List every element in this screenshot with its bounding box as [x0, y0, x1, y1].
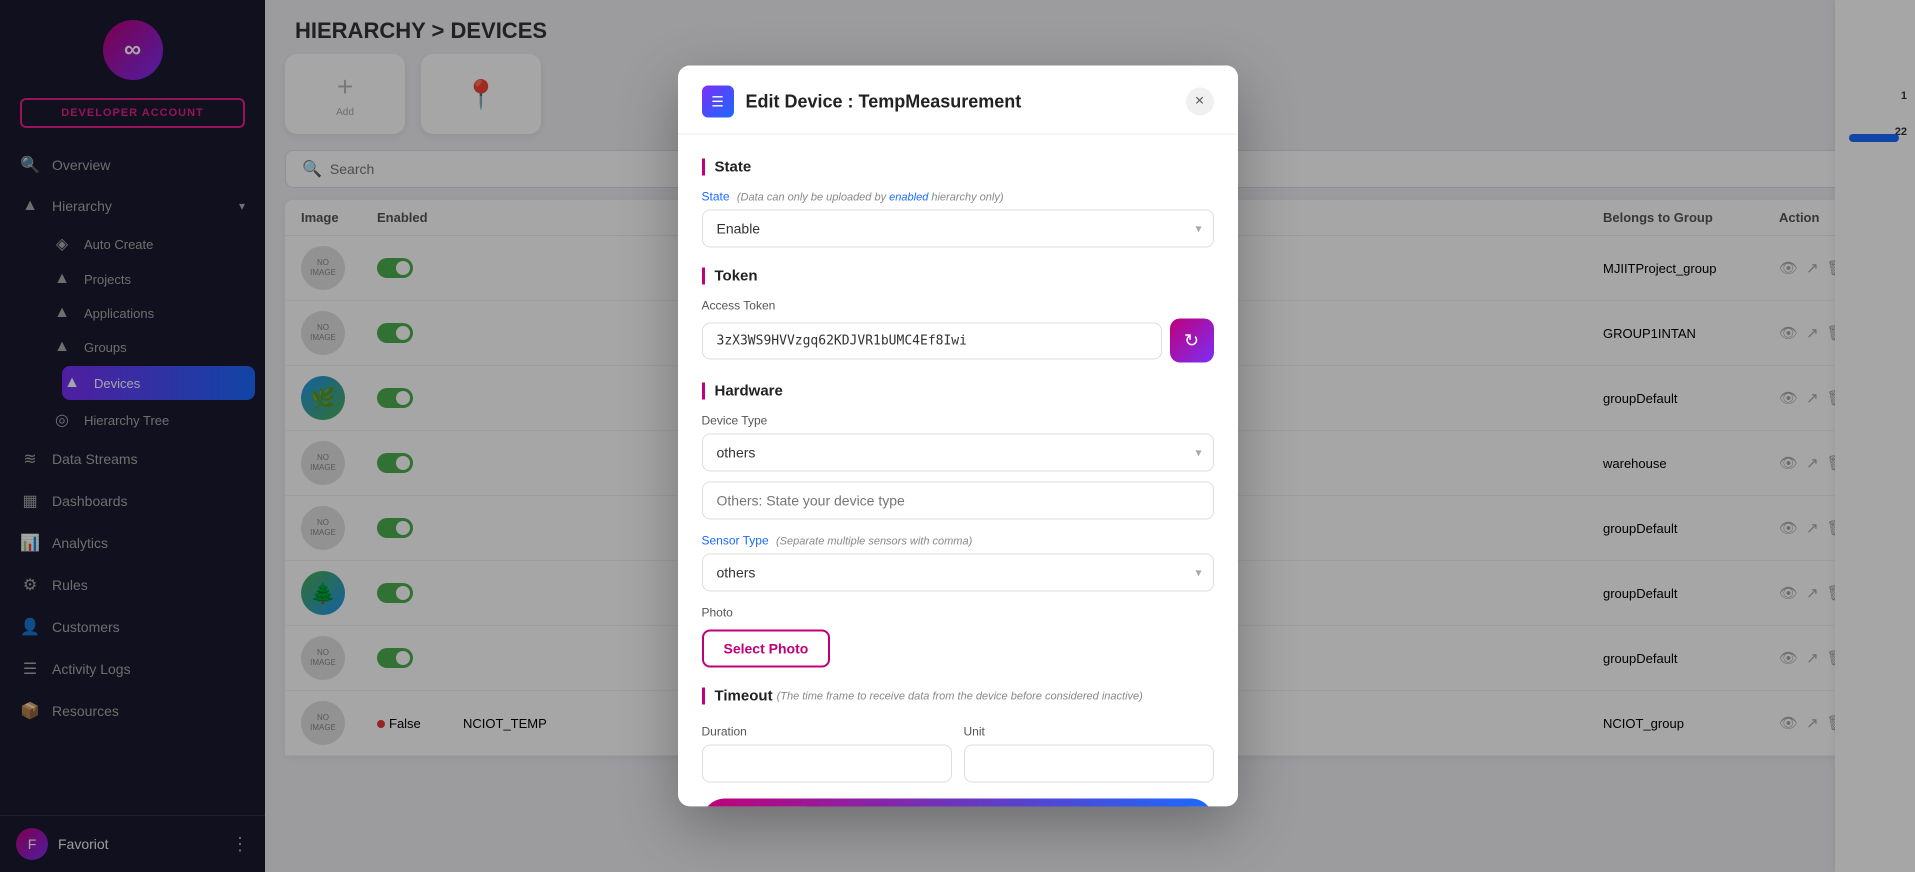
state-select[interactable]: Enable Disable	[702, 209, 1214, 247]
modal-close-button[interactable]: ×	[1186, 87, 1214, 115]
sensor-note: (Separate multiple sensors with comma)	[776, 535, 972, 547]
sensor-type-select-wrap: others Temperature Humidity Pressure ▾	[702, 553, 1214, 591]
timeout-section-title: Timeout (The time frame to receive data …	[702, 687, 1214, 704]
unit-label: Unit	[964, 724, 1214, 738]
refresh-icon: ↻	[1184, 330, 1199, 351]
photo-label: Photo	[702, 605, 1214, 619]
unit-input[interactable]	[964, 744, 1214, 782]
device-type-label: Device Type	[702, 413, 1214, 427]
refresh-token-button[interactable]: ↻	[1170, 318, 1214, 362]
device-type-other-input[interactable]	[702, 481, 1214, 519]
modal-header: ☰ Edit Device : TempMeasurement ×	[678, 65, 1238, 134]
duration-input[interactable]	[702, 744, 952, 782]
state-section-title: State	[702, 158, 1214, 175]
modal-body: State State (Data can only be uploaded b…	[678, 134, 1238, 806]
state-note: (Data can only be uploaded by enabled hi…	[737, 191, 1004, 203]
modal-title: Edit Device : TempMeasurement	[746, 91, 1174, 112]
access-token-label: Access Token	[702, 298, 1214, 312]
confirm-button[interactable]: Confirm	[702, 798, 1214, 806]
duration-row: Duration Unit	[702, 710, 1214, 782]
modal-title-icon: ☰	[702, 85, 734, 117]
device-type-select-wrap: others Arduino Raspberry Pi ESP8266 ESP3…	[702, 433, 1214, 471]
duration-label: Duration	[702, 724, 952, 738]
enabled-link[interactable]: enabled	[889, 191, 928, 203]
device-type-select[interactable]: others Arduino Raspberry Pi ESP8266 ESP3…	[702, 433, 1214, 471]
select-photo-button[interactable]: Select Photo	[702, 629, 831, 667]
state-field-label: State (Data can only be uploaded by enab…	[702, 189, 1214, 203]
sensor-type-select[interactable]: others Temperature Humidity Pressure	[702, 553, 1214, 591]
timeout-note: (The time frame to receive data from the…	[777, 690, 1143, 702]
state-select-wrap: Enable Disable ▾	[702, 209, 1214, 247]
token-row: ↻	[702, 318, 1214, 362]
sensor-type-label: Sensor Type (Separate multiple sensors w…	[702, 533, 1214, 547]
edit-device-modal: ☰ Edit Device : TempMeasurement × State …	[678, 65, 1238, 806]
access-token-input[interactable]	[702, 322, 1162, 359]
hardware-section-title: Hardware	[702, 382, 1214, 399]
token-section-title: Token	[702, 267, 1214, 284]
